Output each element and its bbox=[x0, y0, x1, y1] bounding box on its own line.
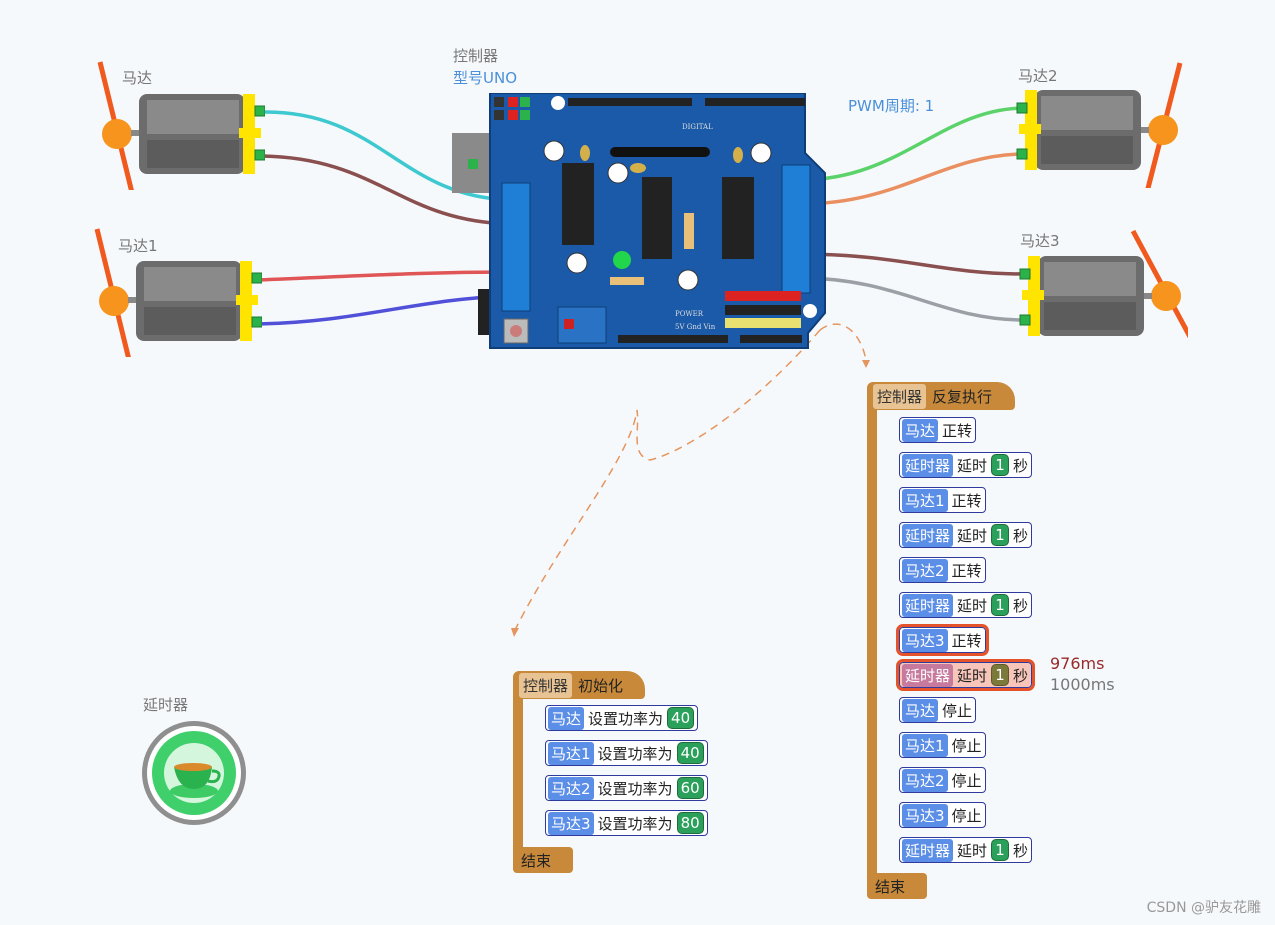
block-text: 延时 bbox=[957, 456, 988, 475]
block-unit: 秒 bbox=[1013, 596, 1029, 615]
init-hat-block[interactable]: 控制器 初始化 bbox=[513, 671, 645, 699]
loop-block-10[interactable]: 马达2 停止 bbox=[899, 767, 986, 793]
loop-block-6[interactable]: 马达3 正转 bbox=[896, 624, 989, 656]
block-unit: 秒 bbox=[1013, 666, 1029, 685]
block-tag: 马达1 bbox=[548, 741, 594, 765]
block-value[interactable]: 80 bbox=[676, 812, 704, 834]
block-tag: 马达3 bbox=[902, 628, 948, 652]
power-pins-label: 5V Gnd Vin bbox=[675, 323, 716, 331]
loop-hat-text: 反复执行 bbox=[932, 387, 993, 406]
block-text: 延时 bbox=[957, 596, 988, 615]
init-block-0[interactable]: 马达 设置功率为 40 bbox=[545, 705, 699, 731]
timer-icon[interactable] bbox=[140, 719, 248, 827]
loop-block-7[interactable]: 延时器 延时 1 秒 bbox=[895, 659, 1036, 691]
block-value[interactable]: 60 bbox=[676, 777, 704, 799]
block-tag: 马达2 bbox=[902, 558, 948, 582]
block-tag: 马达2 bbox=[902, 768, 948, 792]
block-value[interactable]: 1 bbox=[991, 454, 1010, 476]
loop-block-0[interactable]: 马达 正转 bbox=[899, 417, 977, 443]
loop-block-9[interactable]: 马达1 停止 bbox=[899, 732, 986, 758]
wire-motor2-a bbox=[798, 106, 1024, 182]
loop-hat-tag: 控制器 bbox=[873, 383, 927, 409]
block-text: 停止 bbox=[951, 736, 982, 755]
block-text: 延时 bbox=[957, 526, 988, 545]
block-tag: 马达3 bbox=[902, 803, 948, 827]
arduino-motor-shield[interactable]: DIGITAL POWER 5V Gnd Vin bbox=[450, 93, 830, 351]
block-tag: 马达 bbox=[902, 698, 939, 722]
total-time: 1000ms bbox=[1050, 675, 1115, 694]
loop-block-2[interactable]: 马达1 正转 bbox=[899, 487, 986, 513]
motor3[interactable] bbox=[1018, 226, 1188, 356]
block-tag: 延时器 bbox=[902, 663, 954, 687]
block-tag: 马达 bbox=[548, 706, 585, 730]
motor0[interactable] bbox=[95, 60, 265, 190]
init-end-block[interactable]: 结束 bbox=[513, 847, 573, 873]
init-block-3[interactable]: 马达3 设置功率为 80 bbox=[545, 810, 708, 836]
motor1[interactable] bbox=[92, 227, 262, 357]
block-tag: 延时器 bbox=[902, 593, 954, 617]
block-tag: 延时器 bbox=[902, 838, 954, 862]
block-text: 延时 bbox=[957, 666, 988, 685]
block-value[interactable]: 1 bbox=[991, 594, 1010, 616]
loop-block-4[interactable]: 马达2 正转 bbox=[899, 557, 986, 583]
loop-hat-block[interactable]: 控制器 反复执行 bbox=[867, 382, 1015, 410]
block-tag: 马达1 bbox=[902, 488, 948, 512]
block-tag: 延时器 bbox=[902, 453, 954, 477]
loop-block-3[interactable]: 延时器 延时 1 秒 bbox=[899, 522, 1033, 548]
loop-block-12[interactable]: 延时器 延时 1 秒 bbox=[899, 837, 1033, 863]
init-block-2[interactable]: 马达2 设置功率为 60 bbox=[545, 775, 708, 801]
init-hat-tag: 控制器 bbox=[519, 672, 573, 698]
loop-spine bbox=[867, 400, 877, 880]
block-text: 停止 bbox=[951, 771, 982, 790]
loop-block-1[interactable]: 延时器 延时 1 秒 bbox=[899, 452, 1033, 478]
timer-label: 延时器 bbox=[143, 696, 189, 714]
wire-motor2-b bbox=[798, 152, 1024, 206]
block-text: 正转 bbox=[951, 631, 982, 650]
block-unit: 秒 bbox=[1013, 456, 1029, 475]
loop-block-11[interactable]: 马达3 停止 bbox=[899, 802, 986, 828]
block-tag: 马达3 bbox=[548, 811, 594, 835]
flow-line-init bbox=[514, 329, 821, 631]
loop-end-block[interactable]: 结束 bbox=[867, 873, 927, 899]
block-value[interactable]: 1 bbox=[991, 664, 1010, 686]
block-text: 停止 bbox=[951, 806, 982, 825]
block-text: 设置功率为 bbox=[597, 779, 673, 798]
block-value[interactable]: 1 bbox=[991, 839, 1010, 861]
init-block-1[interactable]: 马达1 设置功率为 40 bbox=[545, 740, 708, 766]
loop-block-8[interactable]: 马达 停止 bbox=[899, 697, 977, 723]
init-spine bbox=[513, 690, 523, 860]
block-text: 正转 bbox=[951, 491, 982, 510]
controller-model-label: 型号UNO bbox=[453, 69, 518, 87]
block-text: 停止 bbox=[942, 701, 973, 720]
block-value[interactable]: 1 bbox=[991, 524, 1010, 546]
motor2[interactable] bbox=[1015, 58, 1185, 188]
digital-label: DIGITAL bbox=[682, 123, 713, 131]
block-text: 设置功率为 bbox=[597, 744, 673, 763]
controller-label: 控制器 bbox=[453, 47, 499, 65]
loop-block-5[interactable]: 延时器 延时 1 秒 bbox=[899, 592, 1033, 618]
block-unit: 秒 bbox=[1013, 841, 1029, 860]
block-text: 延时 bbox=[957, 841, 988, 860]
block-text: 设置功率为 bbox=[597, 814, 673, 833]
block-tag: 马达 bbox=[902, 418, 939, 442]
power-label: POWER bbox=[675, 310, 704, 318]
block-text: 设置功率为 bbox=[588, 709, 664, 728]
block-value[interactable]: 40 bbox=[667, 707, 695, 729]
block-text: 正转 bbox=[951, 561, 982, 580]
block-value[interactable]: 40 bbox=[676, 742, 704, 764]
elapsed-time: 976ms bbox=[1050, 654, 1105, 673]
wire-motor3-a bbox=[798, 252, 1026, 276]
wire-motor3-b bbox=[798, 276, 1026, 322]
block-tag: 延时器 bbox=[902, 523, 954, 547]
block-text: 正转 bbox=[942, 421, 973, 440]
init-hat-text: 初始化 bbox=[578, 676, 624, 695]
block-tag: 马达2 bbox=[548, 776, 594, 800]
block-tag: 马达1 bbox=[902, 733, 948, 757]
pwm-period-label: PWM周期: 1 bbox=[848, 97, 935, 115]
block-unit: 秒 bbox=[1013, 526, 1029, 545]
watermark: CSDN @驴友花雕 bbox=[1146, 900, 1261, 916]
